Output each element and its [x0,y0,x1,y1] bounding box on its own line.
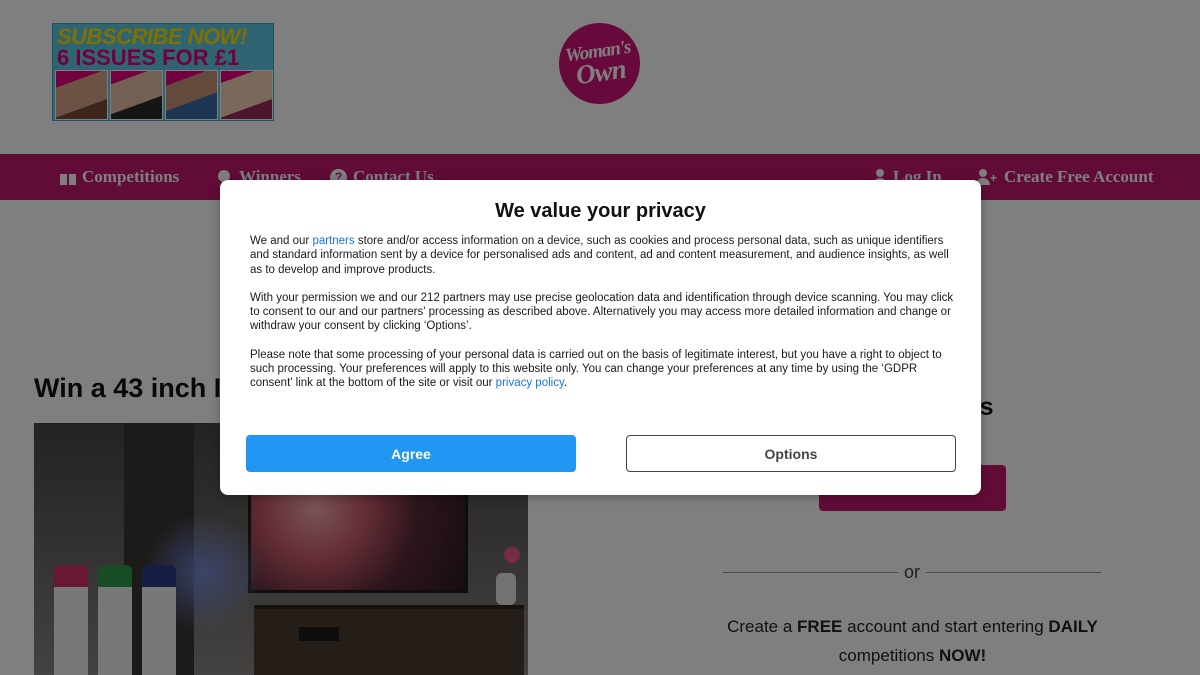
options-button[interactable]: Options [626,435,956,472]
privacy-consent-dialog: We value your privacy We and our partner… [220,180,981,495]
agree-button[interactable]: Agree [246,435,576,472]
consent-paragraph-1: We and our partners store and/or access … [250,235,949,276]
dialog-body: We and our partners store and/or access … [250,234,955,405]
consent-paragraph-2: With your permission we and our 212 part… [250,291,954,333]
privacy-policy-link[interactable]: privacy policy [496,377,564,389]
consent-paragraph-3: Please note that some processing of your… [250,348,942,390]
dialog-title: We value your privacy [495,200,706,222]
partners-link[interactable]: partners [312,235,354,247]
